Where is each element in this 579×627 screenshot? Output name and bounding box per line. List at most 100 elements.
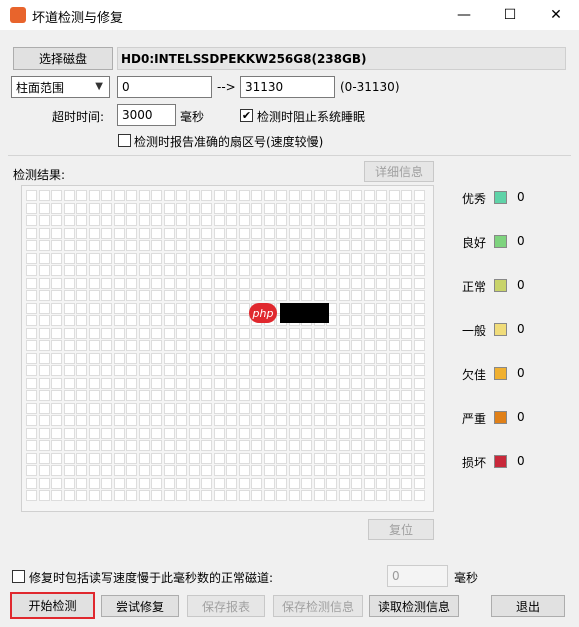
grid-cell [101,302,112,314]
grid-cell [326,277,337,289]
timeout-input[interactable]: 3000 [117,104,176,126]
grid-cell [76,452,87,464]
repair-slow-input[interactable]: 0 [387,565,448,587]
grid-cell [376,440,387,451]
grid-cell [113,352,125,364]
grid-cell [38,440,50,451]
grid-cell [201,327,212,339]
grid-cell [88,477,100,489]
grid-cell [363,352,375,364]
grid-cell [226,202,237,214]
exit-button[interactable]: 退出 [491,595,565,617]
grid-cell [51,227,62,239]
grid-cell [413,315,425,326]
load-scan-info-button[interactable]: 读取检测信息 [369,595,459,617]
grid-cell [63,277,75,289]
grid-cell [388,365,400,376]
start-scan-button[interactable]: 开始检测 [10,592,95,619]
grid-cell [313,452,325,464]
details-button[interactable]: 详细信息 [364,161,434,182]
grid-cell [351,277,362,289]
grid-cell [413,402,425,414]
grid-cell [251,402,262,414]
report-sector-checkbox[interactable] [118,134,131,147]
redacted-block [280,303,329,323]
grid-cell [376,240,387,251]
grid-cell [301,427,312,439]
grid-cell [363,365,375,376]
grid-cell [176,452,187,464]
grid-cell [238,290,250,301]
grid-cell [251,490,262,501]
repair-slow-checkbox[interactable] [12,570,25,583]
grid-cell [163,227,175,239]
grid-cell [338,415,350,426]
range-start-input[interactable]: 0 [117,76,212,98]
grid-cell [213,302,225,314]
grid-cell [226,377,237,389]
grid-cell [151,415,162,426]
grid-cell [376,402,387,414]
grid-cell [276,477,287,489]
grid-cell [338,477,350,489]
grid-cell [401,252,412,264]
grid-cell [176,390,187,401]
grid-cell [251,440,262,451]
maximize-button[interactable]: ☐ [487,0,533,30]
grid-cell [226,327,237,339]
grid-cell [88,440,100,451]
minimize-button[interactable]: — [441,0,487,30]
grid-cell [163,465,175,476]
prevent-sleep-checkbox[interactable]: ✔ [240,109,253,122]
grid-cell [276,340,287,351]
close-button[interactable]: ✕ [533,0,579,30]
grid-cell [138,277,150,289]
grid-cell [63,227,75,239]
try-repair-button[interactable]: 尝试修复 [101,595,179,617]
grid-cell [188,252,200,264]
grid-cell [288,215,300,226]
grid-cell [26,240,37,251]
select-disk-button[interactable]: 选择磁盘 [13,47,113,70]
grid-cell [26,227,37,239]
grid-cell [263,440,275,451]
grid-cell [351,377,362,389]
grid-cell [26,277,37,289]
grid-cell [263,402,275,414]
grid-cell [388,265,400,276]
grid-cell [88,452,100,464]
grid-cell [251,377,262,389]
grid-cell [388,302,400,314]
grid-cell [138,202,150,214]
grid-cell [113,402,125,414]
grid-cell [276,390,287,401]
range-mode-select[interactable]: 柱面范围 ▼ [11,76,110,98]
save-report-button[interactable]: 保存报表 [187,595,265,617]
grid-cell [188,190,200,201]
grid-cell [163,315,175,326]
grid-cell [413,415,425,426]
save-scan-info-button[interactable]: 保存检测信息 [273,595,363,617]
grid-cell [238,415,250,426]
grid-cell [126,477,137,489]
grid-cell [301,240,312,251]
grid-cell [138,290,150,301]
grid-cell [388,215,400,226]
grid-cell [201,227,212,239]
reset-button[interactable]: 复位 [368,519,434,540]
chevron-down-icon: ▼ [95,81,103,92]
range-end-input[interactable]: 31130 [240,76,335,98]
grid-cell [51,402,62,414]
grid-cell [213,227,225,239]
grid-cell [63,327,75,339]
grid-cell [163,440,175,451]
grid-cell [238,490,250,501]
grid-cell [213,340,225,351]
grid-cell [388,465,400,476]
grid-cell [376,202,387,214]
grid-cell [263,227,275,239]
grid-cell [263,240,275,251]
grid-cell [363,302,375,314]
grid-cell [338,377,350,389]
grid-cell [151,390,162,401]
